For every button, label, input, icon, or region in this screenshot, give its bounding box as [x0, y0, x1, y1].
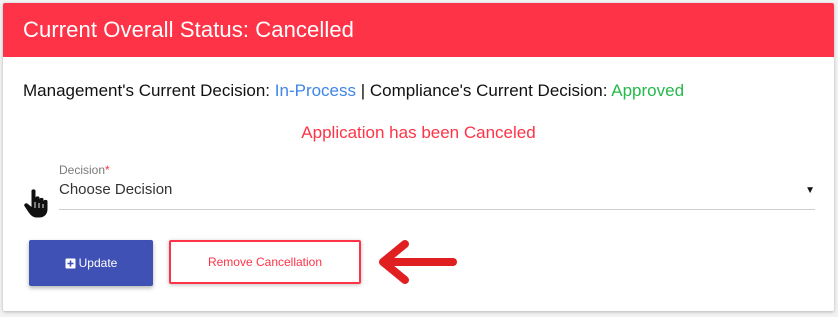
overall-status-title: Current Overall Status: Cancelled	[23, 17, 355, 42]
current-decisions-line: Management's Current Decision: In-Proces…	[23, 81, 684, 101]
status-header: Current Overall Status: Cancelled	[3, 3, 834, 57]
decision-separator: |	[360, 81, 366, 100]
left-arrow-annotation-icon	[379, 240, 457, 284]
management-decision-value: In-Process	[274, 81, 357, 100]
cancelled-message: Application has been Canceled	[301, 123, 536, 142]
decision-select-value: Choose Decision	[59, 181, 173, 198]
update-button-label: Update	[78, 256, 118, 270]
management-decision-label: Management's Current Decision:	[23, 81, 271, 100]
remove-cancellation-button[interactable]: Remove Cancellation	[169, 240, 361, 284]
status-card: Current Overall Status: Cancelled Manage…	[3, 3, 834, 311]
required-marker: *	[105, 163, 110, 177]
caret-down-icon: ▼	[805, 185, 815, 196]
decision-select[interactable]: Decision* Choose Decision ▼	[59, 161, 815, 210]
compliance-decision-label: Compliance's Current Decision:	[369, 81, 608, 100]
decision-field-label: Decision*	[59, 163, 110, 177]
update-button[interactable]: Update	[29, 240, 153, 286]
compliance-decision-value: Approved	[611, 81, 685, 100]
hand-cursor-icon	[24, 189, 48, 218]
plus-square-icon	[65, 258, 76, 268]
